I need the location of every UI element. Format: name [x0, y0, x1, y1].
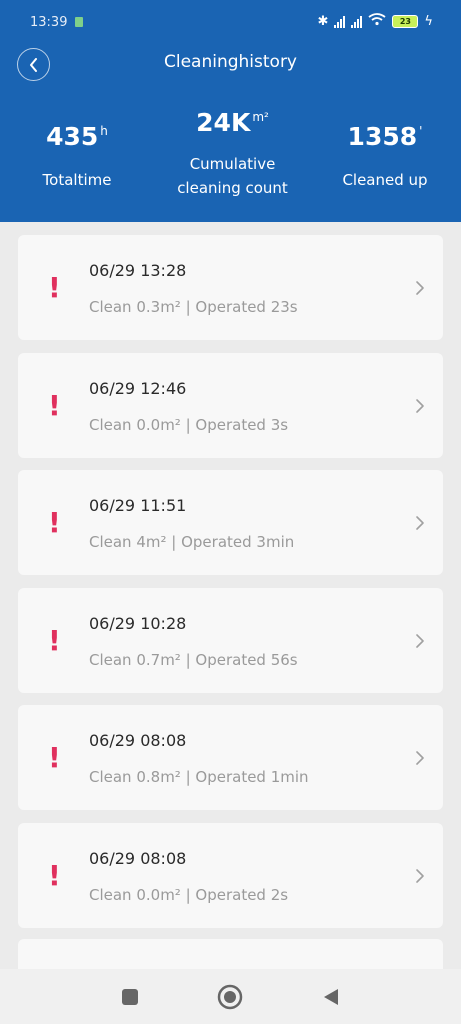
history-list: ! 06/29 13:28 Clean 0.3m² | Operated 23s…	[18, 235, 443, 940]
record-detail: Clean 4m² | Operated 3min	[89, 533, 295, 551]
square-icon	[122, 989, 138, 1005]
chevron-right-icon	[416, 633, 424, 648]
home-circle-icon	[217, 984, 243, 1010]
history-record[interactable]: ! 06/29 08:08 Clean 0.0m² | Operated 2s	[18, 822, 443, 928]
stat-unit: h	[100, 124, 108, 138]
record-time: 06/29 12:46	[89, 378, 187, 398]
home-button[interactable]	[217, 984, 243, 1010]
stat-label: Cleaned up	[342, 171, 428, 189]
notification-icon	[75, 17, 83, 27]
exclamation-icon: !	[48, 271, 61, 304]
page-title: Cleaninghistory	[163, 52, 297, 72]
exclamation-icon: !	[48, 623, 61, 657]
exclamation-icon: !	[48, 506, 61, 539]
exclamation-icon: !	[48, 858, 61, 892]
record-detail: Clean 0.0m² | Operated 2s	[89, 885, 289, 904]
chevron-right-icon	[416, 398, 424, 413]
history-record[interactable]: ! 06/29 10:28 Clean 0.7m² | Operated 56s	[18, 587, 443, 693]
history-record[interactable]: ! 06/29 12:46 Clean 0.0m² | Operated 3s	[18, 352, 443, 458]
chevron-right-icon	[416, 516, 424, 530]
record-time: 06/29 10:28	[89, 613, 187, 633]
record-detail: Clean 0.0m² | Operated 3s	[89, 415, 289, 434]
history-record-partial[interactable]	[18, 939, 443, 969]
stat-value: 435	[46, 122, 99, 151]
chevron-right-icon	[416, 868, 424, 883]
stat-label-line2: cleaning count	[177, 179, 288, 197]
stat-total-time: 435 h Totaltime	[22, 122, 132, 192]
stat-cleaning-count: 24K m² Cumulative cleaning count	[160, 108, 305, 200]
header: 13:39 ✱ 23 ϟ Cleaninghistory 435 h Totalt…	[0, 0, 461, 222]
charging-icon: ϟ	[424, 14, 433, 29]
back-triangle-icon	[324, 989, 338, 1005]
stat-unit: m²	[252, 110, 269, 124]
record-detail: Clean 0.7m² | Operated 56s	[89, 650, 298, 669]
status-icons: ✱ 23 ϟ	[318, 13, 433, 30]
record-detail: Clean 0.3m² | Operated 23s	[89, 298, 298, 316]
signal-icon-2	[351, 15, 363, 28]
stat-unit: '	[419, 124, 423, 138]
bluetooth-icon: ✱	[317, 14, 329, 29]
history-record[interactable]: ! 06/29 13:28 Clean 0.3m² | Operated 23s	[18, 235, 443, 340]
recent-apps-button[interactable]	[117, 984, 143, 1010]
exclamation-icon: !	[48, 741, 61, 774]
record-detail: Clean 0.8m² | Operated 1min	[89, 768, 309, 786]
battery-icon: 23	[392, 15, 419, 28]
record-time: 06/29 08:08	[89, 848, 187, 868]
stat-label-line1: Cumulative	[189, 155, 276, 173]
signal-icon	[334, 15, 346, 28]
history-record[interactable]: ! 06/29 11:51 Clean 4m² | Operated 3min	[18, 470, 443, 575]
stat-label: Totaltime	[42, 171, 112, 189]
record-time: 06/29 11:51	[89, 496, 187, 515]
exclamation-icon: !	[48, 388, 61, 422]
wifi-icon	[368, 13, 386, 30]
chevron-right-icon	[416, 281, 424, 295]
system-nav-bar	[0, 969, 461, 1024]
stat-value: 1358	[347, 122, 418, 151]
stat-value: 24K	[196, 108, 251, 137]
chevron-right-icon	[416, 751, 424, 765]
status-time: 13:39	[30, 15, 68, 30]
stat-cleaned-up: 1358 ' Cleaned up	[330, 122, 440, 192]
status-bar: 13:39 ✱ 23 ϟ	[0, 0, 461, 46]
record-time: 06/29 13:28	[89, 261, 187, 280]
back-nav-button[interactable]	[318, 984, 344, 1010]
history-record[interactable]: ! 06/29 08:08 Clean 0.8m² | Operated 1mi…	[18, 705, 443, 810]
record-time: 06/29 08:08	[89, 731, 187, 750]
